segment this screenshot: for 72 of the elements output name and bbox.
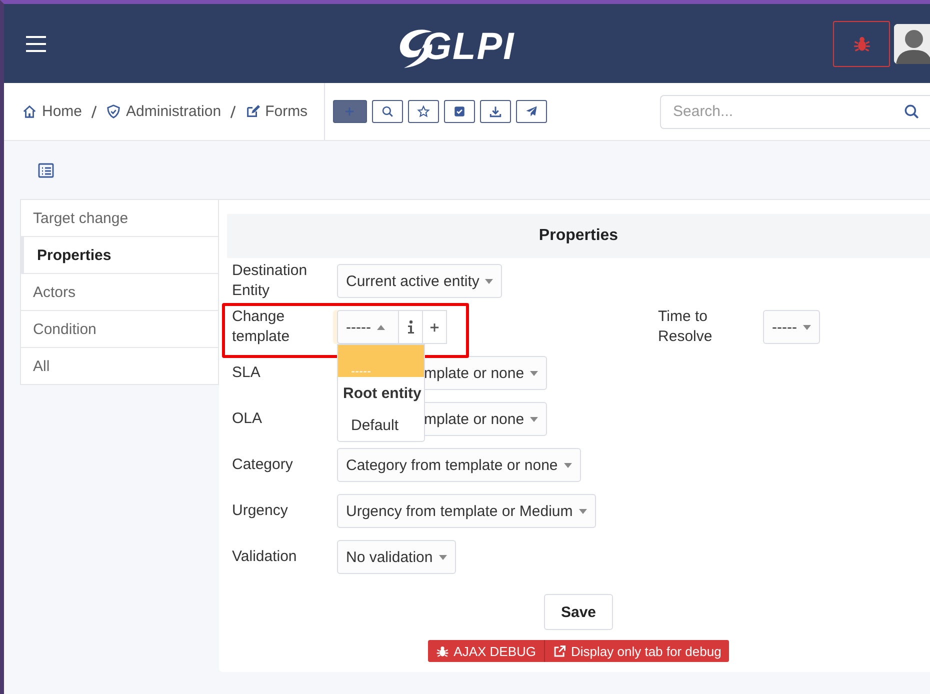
- shield-icon: [106, 104, 122, 119]
- logo-text: GLPI: [422, 26, 515, 68]
- breadcrumb-link[interactable]: Forms: [245, 103, 308, 120]
- avatar-icon[interactable]: [894, 24, 930, 64]
- star-button[interactable]: [408, 100, 439, 123]
- caret-icon: [530, 370, 538, 376]
- breadcrumb-label: Administration: [126, 103, 222, 120]
- download-button[interactable]: [480, 100, 511, 123]
- plus-icon: [428, 320, 441, 334]
- side-tab[interactable]: Target change: [20, 199, 219, 237]
- caret-icon: [530, 416, 538, 422]
- field-label: Change template: [231, 307, 291, 347]
- select-field[interactable]: Category from template or none: [337, 448, 581, 482]
- caret-icon: [578, 508, 587, 514]
- side-tab[interactable]: All: [20, 348, 219, 385]
- select-field[interactable]: Urgency from template or Medium: [337, 494, 596, 528]
- star-icon: [416, 105, 430, 118]
- field-label: Destination Entity: [231, 261, 308, 301]
- search-icon: [903, 102, 920, 120]
- external-link-icon: [553, 644, 566, 658]
- list-icon[interactable]: [38, 162, 54, 178]
- side-tab[interactable]: Properties: [20, 237, 219, 274]
- debug-button[interactable]: AJAX DEBUG: [428, 640, 546, 662]
- field-label: OLA: [231, 409, 264, 429]
- breadcrumb-label: Home: [42, 103, 82, 120]
- caret-icon: [438, 554, 447, 560]
- breadcrumb-label: Forms: [265, 103, 308, 120]
- save-button[interactable]: Save: [544, 594, 614, 630]
- field-label: Time to Resolve: [657, 307, 714, 347]
- bug-icon: [852, 34, 870, 52]
- menu-icon[interactable]: [26, 36, 46, 52]
- checkbox-icon: [452, 105, 466, 118]
- select-value: mplate or none: [424, 410, 524, 428]
- caret-icon: [564, 462, 572, 468]
- breadcrumb-separator: [91, 104, 98, 118]
- caret-icon: [485, 278, 494, 284]
- breadcrumb-link[interactable]: Home: [22, 103, 82, 120]
- field-label: SLA: [231, 363, 262, 383]
- select-value: mplate or none: [424, 364, 524, 382]
- plus-icon: [343, 105, 356, 118]
- select-value: -----: [346, 318, 371, 336]
- caret-icon: [803, 324, 811, 330]
- caret-icon: [376, 324, 385, 330]
- debug-button[interactable]: Display only tab for debug: [545, 640, 730, 662]
- checkbox-button[interactable]: [444, 100, 475, 123]
- side-tab[interactable]: Condition: [20, 311, 219, 348]
- bug-icon: [436, 644, 449, 658]
- select-value: -----: [772, 318, 797, 336]
- edit-icon: [245, 104, 260, 119]
- field-label: Urgency: [231, 501, 289, 521]
- info-button[interactable]: [399, 310, 423, 344]
- select-field[interactable]: Current active entity: [337, 264, 502, 298]
- breadcrumb-link[interactable]: Administration: [106, 103, 222, 120]
- search-field[interactable]: Search...: [660, 94, 930, 128]
- select-field[interactable]: No validation: [337, 540, 456, 574]
- section-title: Properties: [227, 214, 930, 258]
- side-tab[interactable]: Actors: [20, 274, 219, 311]
- field-label: Validation: [231, 547, 298, 567]
- field-label: Category: [231, 455, 294, 475]
- select-value: Category from template or none: [346, 456, 558, 474]
- search-button[interactable]: [372, 100, 403, 123]
- select-value: Urgency from template or Medium: [346, 502, 573, 520]
- select-field[interactable]: -----: [763, 310, 820, 344]
- select-value: No validation: [346, 548, 433, 566]
- search-icon: [380, 105, 394, 118]
- breadcrumb-separator: [230, 104, 236, 118]
- home-icon: [22, 104, 37, 119]
- select-value: Current active entity: [346, 272, 480, 290]
- paper-plane-button[interactable]: [516, 100, 547, 123]
- info-icon: [406, 320, 414, 334]
- download-icon: [488, 105, 502, 118]
- paper-plane-icon: [524, 105, 538, 118]
